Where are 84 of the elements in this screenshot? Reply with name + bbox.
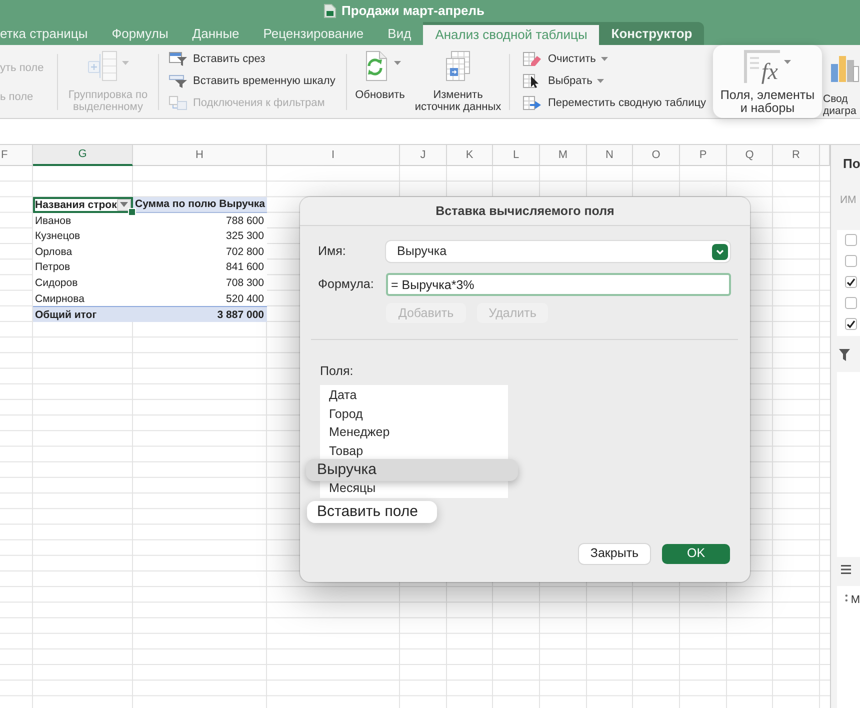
checkbox[interactable] bbox=[845, 318, 857, 330]
checkbox[interactable] bbox=[845, 255, 857, 267]
sheets-arrow-icon bbox=[443, 51, 473, 81]
field-label: Формула: bbox=[318, 276, 375, 294]
ribbon-tab[interactable]: Формулы bbox=[100, 22, 180, 45]
list-label: Поля: bbox=[320, 364, 354, 379]
column-header[interactable]: N bbox=[587, 145, 633, 166]
table-cell: Общий итог bbox=[33, 306, 133, 322]
ribbon-button[interactable]: Переместить сводную таблицу bbox=[523, 92, 713, 114]
table-cell: 3 887 000 bbox=[133, 306, 267, 322]
column-header[interactable]: J bbox=[400, 145, 447, 166]
field-label: Имя: bbox=[318, 243, 347, 260]
table-cell: 788 600 bbox=[133, 212, 267, 228]
list-item[interactable]: Месяцы bbox=[320, 479, 508, 498]
ribbon-button[interactable]: Изменить источник данных bbox=[410, 51, 506, 118]
rows-icon bbox=[841, 565, 851, 574]
column-header[interactable]: H bbox=[133, 145, 267, 166]
dialog-title: Вставка вычисляемого поля bbox=[436, 202, 614, 220]
ok-button[interactable]: OK bbox=[662, 544, 730, 564]
list-item[interactable]: Город bbox=[320, 404, 508, 424]
table-cell: Орлова bbox=[33, 244, 133, 260]
ribbon-button[interactable]: fx Поля, элементы и наборы bbox=[713, 45, 822, 118]
eraser-icon bbox=[523, 52, 541, 66]
ribbon-tab[interactable]: Вид bbox=[376, 22, 424, 45]
ribbon-tab[interactable]: Анализ сводной таблицы bbox=[423, 22, 600, 45]
document-icon bbox=[324, 4, 336, 18]
linked-tables-icon bbox=[169, 96, 187, 110]
bar-funnel-icon bbox=[169, 74, 187, 88]
cursor-icon bbox=[523, 74, 541, 88]
table-cell: Смирнова bbox=[33, 290, 133, 306]
ribbon-tab[interactable]: Конструктор bbox=[599, 22, 704, 45]
ribbon-button[interactable]: Вставить временную шкалу bbox=[169, 70, 346, 92]
ribbon-button[interactable]: Выбрать bbox=[523, 70, 713, 92]
ribbon-button[interactable]: Обновить bbox=[350, 51, 410, 118]
list-item[interactable]: М bbox=[850, 594, 860, 606]
column-header[interactable]: F bbox=[0, 145, 33, 166]
ribbon-button[interactable]: Свод диагра bbox=[822, 45, 859, 118]
checkbox[interactable] bbox=[845, 297, 857, 309]
table-arrow-icon bbox=[523, 96, 541, 110]
pane-title: По bbox=[842, 155, 860, 172]
close-button[interactable]: Закрыть bbox=[579, 544, 650, 564]
table-cell: 708 300 bbox=[133, 275, 267, 291]
list-item[interactable]: Товар bbox=[320, 442, 508, 460]
column-header[interactable]: O bbox=[633, 145, 680, 166]
table-header: Названия строк bbox=[35, 198, 117, 212]
table-cell: Сидоров bbox=[33, 275, 133, 291]
grip-icon bbox=[845, 594, 848, 602]
filter-dropdown-button[interactable] bbox=[116, 198, 131, 211]
column-label: ИМ bbox=[840, 194, 858, 207]
ribbon-tab[interactable]: етка страницы bbox=[0, 22, 100, 45]
column-header[interactable]: I bbox=[267, 145, 400, 166]
formula-field[interactable]: = Выручка*3% bbox=[386, 273, 731, 296]
column-header[interactable]: L bbox=[493, 145, 540, 166]
name-dropdown[interactable]: Выручка bbox=[386, 241, 730, 262]
ribbon-button[interactable]: Очистить bbox=[523, 48, 713, 70]
column-header[interactable]: Q bbox=[727, 145, 773, 166]
table-header: Сумма по полю Выручка bbox=[133, 197, 267, 213]
checkbox[interactable] bbox=[845, 234, 857, 246]
ribbon-tab[interactable]: Данные bbox=[180, 22, 252, 45]
ribbon-tab[interactable]: Рецензирование bbox=[251, 22, 376, 45]
chevron-down-icon[interactable] bbox=[712, 244, 728, 260]
list-item[interactable]: Дата bbox=[320, 386, 508, 405]
caret-icon bbox=[120, 202, 128, 208]
table-cell: 702 800 bbox=[133, 244, 267, 260]
table-cell: 841 600 bbox=[133, 260, 267, 276]
column-header[interactable]: G bbox=[33, 145, 133, 166]
column-header[interactable]: P bbox=[680, 145, 727, 166]
table-cell: 325 300 bbox=[133, 228, 267, 244]
filter-icon bbox=[839, 349, 850, 361]
insert-field-button[interactable]: Вставить поле bbox=[307, 500, 437, 523]
table-cell: Кузнецов bbox=[33, 228, 133, 244]
checkbox[interactable] bbox=[845, 276, 857, 288]
group-icon bbox=[88, 51, 118, 81]
table-funnel-icon bbox=[169, 52, 187, 66]
table-cell: 520 400 bbox=[133, 290, 267, 306]
list-item[interactable]: Менеджер bbox=[320, 423, 508, 442]
window-title: Продажи март-апрель bbox=[342, 3, 484, 19]
column-header[interactable]: K bbox=[447, 145, 493, 166]
column-header[interactable]: M bbox=[540, 145, 587, 166]
function-icon: fx bbox=[744, 50, 780, 83]
ribbon-button[interactable]: Вставить срез bbox=[169, 48, 346, 70]
table-cell: Петров bbox=[33, 260, 133, 276]
list-item[interactable]: Выручка bbox=[306, 458, 518, 481]
column-header[interactable]: R bbox=[773, 145, 820, 166]
